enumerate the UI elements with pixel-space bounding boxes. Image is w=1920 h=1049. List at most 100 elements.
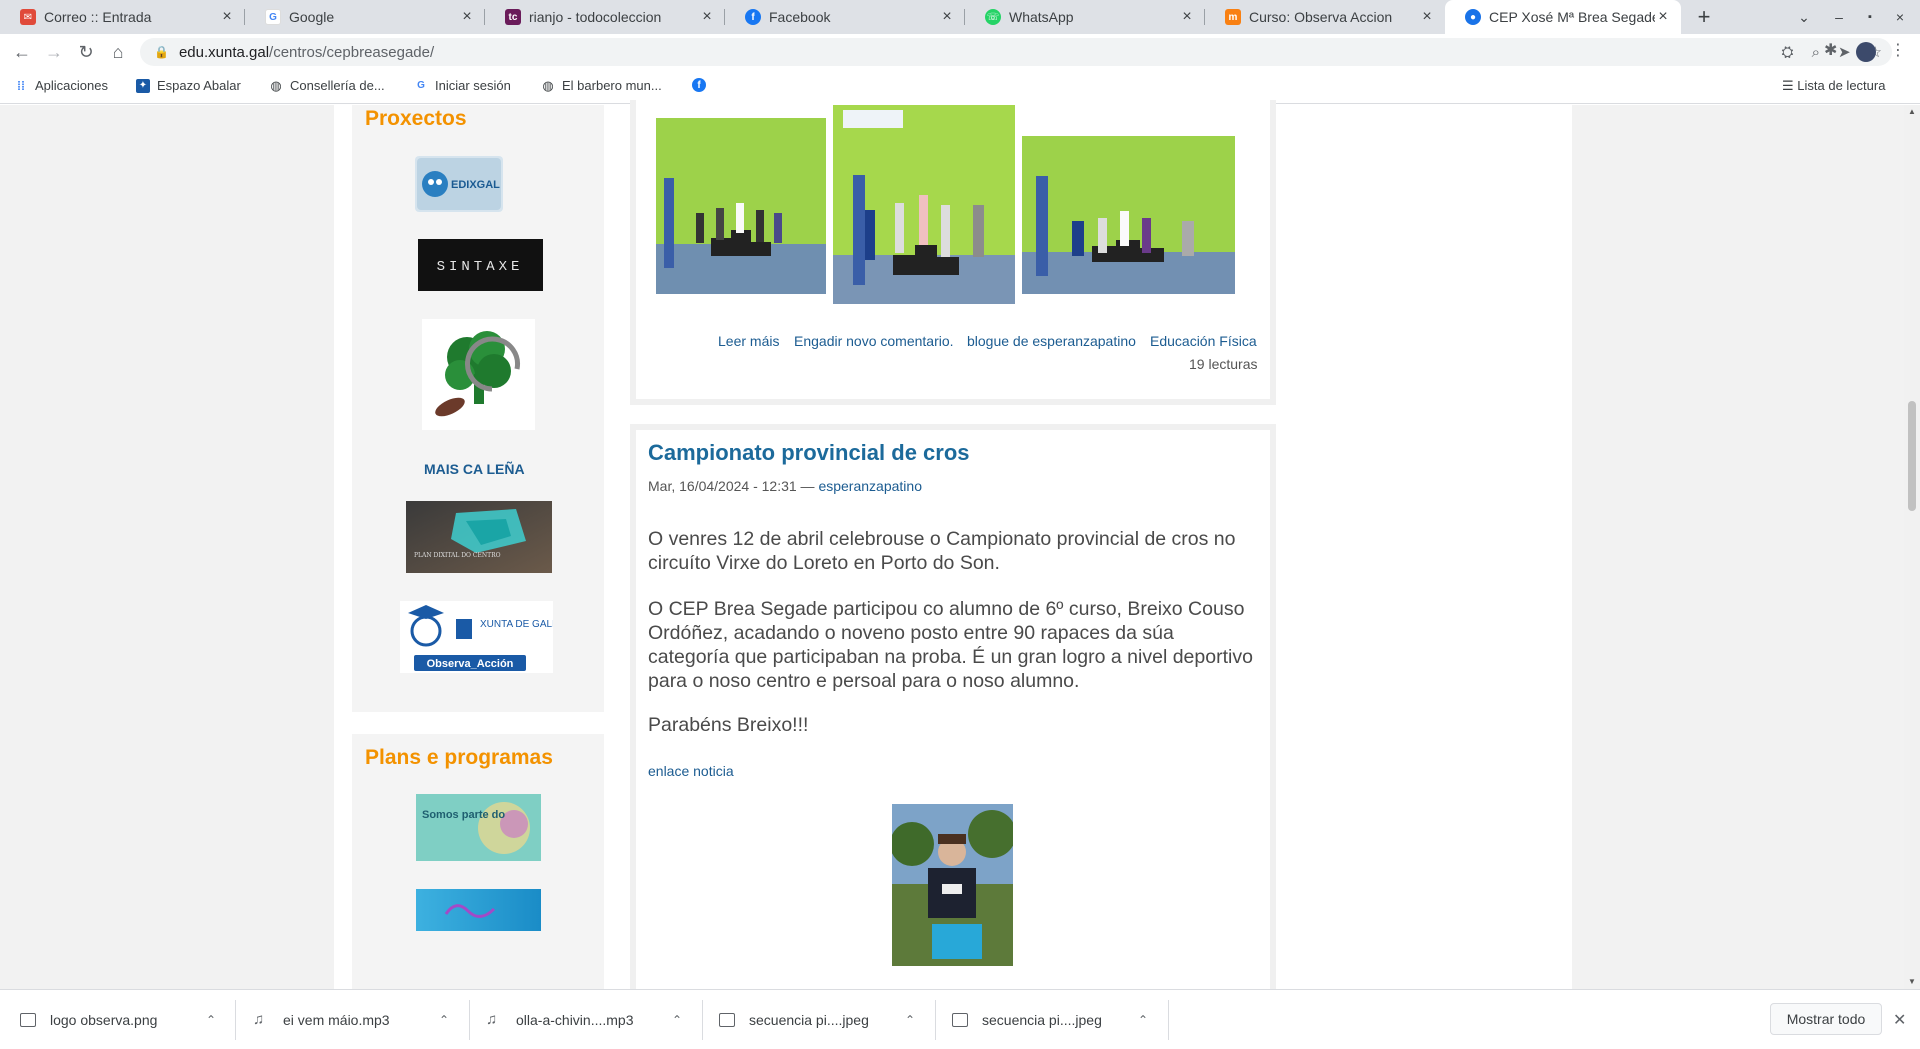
add-comment-link[interactable]: Engadir novo comentario. bbox=[794, 333, 954, 349]
download-separator bbox=[935, 1000, 936, 1040]
podium-photo-3[interactable] bbox=[1022, 136, 1235, 294]
maximize-icon[interactable]: ▪ bbox=[1860, 0, 1880, 34]
tab-cep-active[interactable]: ● CEP Xosé Mª Brea Segade × bbox=[1445, 0, 1681, 34]
tab-search-icon[interactable]: ⌄ bbox=[1794, 0, 1814, 34]
forward-icon[interactable]: → bbox=[42, 40, 66, 64]
image-file-icon bbox=[719, 1013, 735, 1027]
download-item[interactable]: secuencia pi....jpeg ⌃ bbox=[952, 990, 1152, 1049]
chevron-up-icon[interactable]: ⌃ bbox=[905, 1013, 915, 1027]
menu-kebab-icon[interactable]: ⋮ bbox=[1890, 40, 1906, 60]
tab-strip: ✉ Correo :: Entrada × G Google × tc rian… bbox=[0, 0, 1920, 34]
sintaxe-text: SINTAXE bbox=[437, 259, 524, 275]
facebook-icon: f bbox=[692, 78, 706, 92]
chevron-up-icon[interactable]: ⌃ bbox=[1138, 1013, 1148, 1027]
extensions-icon[interactable]: ✱ bbox=[1824, 40, 1837, 60]
tab-google[interactable]: G Google × bbox=[245, 0, 485, 34]
close-icon[interactable]: ✕ bbox=[1893, 1010, 1906, 1030]
window-close-icon[interactable]: × bbox=[1890, 0, 1910, 34]
moodle-icon: m bbox=[1225, 9, 1241, 25]
translate-icon[interactable]: ⛭ bbox=[1782, 44, 1794, 61]
bookmark-conselleria[interactable]: ◍ Consellería de... bbox=[269, 77, 385, 94]
chevron-up-icon[interactable]: ⌃ bbox=[439, 1013, 449, 1027]
runner-photo[interactable] bbox=[890, 804, 1016, 966]
back-icon[interactable]: ← bbox=[10, 40, 34, 64]
download-item[interactable]: ♫ olla-a-chivin....mp3 ⌃ bbox=[486, 990, 686, 1049]
tab-facebook[interactable]: f Facebook × bbox=[725, 0, 965, 34]
bookmark-facebook[interactable]: f bbox=[692, 78, 713, 92]
scrollbar-thumb[interactable] bbox=[1908, 401, 1916, 511]
google-icon: G bbox=[417, 80, 425, 91]
close-icon[interactable]: × bbox=[219, 8, 235, 26]
bookmark-espazo[interactable]: ✦ Espazo Abalar bbox=[136, 78, 241, 93]
edixgal-text: EDIXGAL bbox=[451, 179, 500, 191]
address-bar[interactable]: 🔒 edu.xunta.gal/centros/cepbreasegade/ ⛭… bbox=[140, 38, 1892, 66]
reads-count: 19 lecturas bbox=[1189, 356, 1258, 372]
download-item[interactable]: secuencia pi....jpeg ⌃ bbox=[719, 990, 919, 1049]
close-icon[interactable]: × bbox=[459, 8, 475, 26]
plan-dixital-logo[interactable]: PLAN DIXITAL DO CENTRO bbox=[406, 501, 552, 573]
chevron-up-icon[interactable]: ⌃ bbox=[672, 1013, 682, 1027]
post-paragraph-1: O venres 12 de abril celebrouse o Campio… bbox=[648, 528, 1236, 574]
show-all-button[interactable]: Mostrar todo bbox=[1770, 1003, 1882, 1035]
page-scrollbar[interactable]: ▲ ▼ bbox=[1904, 105, 1920, 989]
close-icon[interactable]: × bbox=[699, 8, 715, 26]
scroll-up-icon[interactable]: ▲ bbox=[1904, 107, 1920, 116]
scroll-down-icon[interactable]: ▼ bbox=[1904, 977, 1920, 986]
mail-icon: ✉ bbox=[20, 9, 36, 25]
observa-label-text: Observa_Acción bbox=[427, 658, 514, 670]
url-host: edu.xunta.gal bbox=[178, 43, 270, 61]
bookmark-iniciar[interactable]: G Iniciar sesión bbox=[414, 78, 511, 93]
zoom-icon[interactable]: ⌕ bbox=[1812, 44, 1820, 61]
tree-project-logo[interactable] bbox=[422, 319, 535, 430]
sintaxe-logo[interactable]: SINTAXE bbox=[418, 239, 543, 291]
tab-curso[interactable]: m Curso: Observa Accion × bbox=[1205, 0, 1445, 34]
send-icon[interactable]: ➤ bbox=[1838, 43, 1851, 61]
tab-title: Facebook bbox=[769, 9, 831, 25]
close-icon[interactable]: × bbox=[1655, 8, 1671, 26]
downloads-bar: logo observa.png ⌃ ♫ ei vem máio.mp3 ⌃ ♫… bbox=[0, 989, 1920, 1049]
plan-dixital-text: PLAN DIXITAL DO CENTRO bbox=[414, 552, 501, 559]
read-more-link[interactable]: Leer máis bbox=[718, 333, 779, 349]
somos-parte-logo[interactable]: Somos parte do bbox=[416, 794, 541, 861]
download-name: olla-a-chivin....mp3 bbox=[516, 1012, 634, 1028]
close-icon[interactable]: × bbox=[1419, 8, 1435, 26]
post-author-link[interactable]: esperanzapatino bbox=[818, 478, 922, 494]
bookmark-label: Consellería de... bbox=[290, 78, 385, 93]
bookmark-barbero[interactable]: ◍ El barbero mun... bbox=[541, 78, 661, 94]
blue-program-logo[interactable] bbox=[416, 889, 541, 931]
close-icon[interactable]: × bbox=[939, 8, 955, 26]
minimize-icon[interactable]: – bbox=[1829, 0, 1849, 34]
tab-title: Curso: Observa Accion bbox=[1249, 9, 1393, 25]
reload-icon[interactable]: ↻ bbox=[74, 40, 98, 64]
tab-title: Google bbox=[289, 9, 335, 25]
blog-link[interactable]: blogue de esperanzapatino bbox=[967, 333, 1136, 349]
download-separator bbox=[235, 1000, 236, 1040]
chevron-up-icon[interactable]: ⌃ bbox=[206, 1013, 216, 1027]
mais-ca-lena-link[interactable]: MAIS CA LEÑA bbox=[424, 461, 525, 477]
post-title[interactable]: Campionato provincial de cros bbox=[648, 440, 970, 466]
podium-photo-2[interactable] bbox=[833, 105, 1015, 304]
podium-photo-1[interactable] bbox=[656, 118, 826, 294]
download-item[interactable]: ♫ ei vem máio.mp3 ⌃ bbox=[253, 990, 453, 1049]
download-item[interactable]: logo observa.png ⌃ bbox=[20, 990, 220, 1049]
profile-avatar[interactable] bbox=[1856, 42, 1876, 62]
close-icon[interactable]: × bbox=[1179, 8, 1195, 26]
edixgal-logo[interactable]: EDIXGAL bbox=[415, 156, 503, 212]
tab-todocoleccion[interactable]: tc rianjo - todocoleccion × bbox=[485, 0, 725, 34]
category-link[interactable]: Educación Física bbox=[1150, 333, 1257, 349]
download-name: logo observa.png bbox=[50, 1012, 158, 1028]
bookmarks-bar: ⁞⁞ Aplicaciones ✦ Espazo Abalar ◍ Consel… bbox=[0, 70, 1920, 104]
bookmark-apps[interactable]: ⁞⁞ Aplicaciones bbox=[14, 78, 108, 93]
globe-icon: ◍ bbox=[270, 77, 282, 93]
home-icon[interactable]: ⌂ bbox=[106, 40, 130, 64]
new-tab-button[interactable]: + bbox=[1692, 0, 1716, 34]
news-link[interactable]: enlace noticia bbox=[648, 763, 734, 779]
reading-list[interactable]: ☰ Lista de lectura bbox=[1782, 78, 1885, 94]
apps-grid-icon: ⁞⁞ bbox=[17, 78, 25, 93]
tab-title: Correo :: Entrada bbox=[44, 9, 152, 25]
image-file-icon bbox=[952, 1013, 968, 1027]
observa-accion-logo[interactable]: XUNTA DE GALICIA Observa_Acción bbox=[400, 601, 572, 673]
observa-xunta-text: XUNTA DE GALICIA bbox=[480, 619, 553, 630]
tab-whatsapp[interactable]: ☏ WhatsApp × bbox=[965, 0, 1205, 34]
tab-correo[interactable]: ✉ Correo :: Entrada × bbox=[0, 0, 245, 34]
